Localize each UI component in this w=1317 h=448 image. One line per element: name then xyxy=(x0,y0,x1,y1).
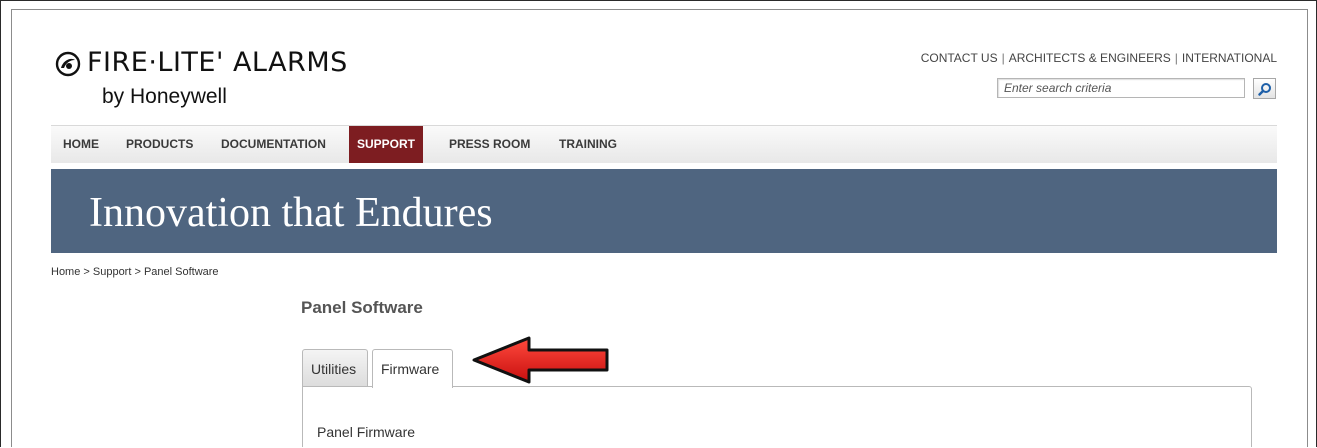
contact-us-link[interactable]: CONTACT US xyxy=(921,51,998,65)
search-input[interactable] xyxy=(997,78,1245,98)
nav-item-documentation[interactable]: DOCUMENTATION xyxy=(221,126,326,163)
tab-utilities[interactable]: Utilities xyxy=(302,349,368,387)
separator: | xyxy=(1174,51,1178,65)
nav-item-products[interactable]: PRODUCTS xyxy=(126,126,193,163)
hero-banner: Innovation that Endures xyxy=(51,169,1277,253)
architects-engineers-link[interactable]: ARCHITECTS & ENGINEERS xyxy=(1009,51,1171,65)
brand-subtitle: by Honeywell xyxy=(102,85,227,108)
nav-item-training[interactable]: TRAINING xyxy=(559,126,617,163)
nav-item-support[interactable]: SUPPORT xyxy=(349,126,424,163)
search-button[interactable] xyxy=(1253,78,1276,99)
red-arrow-annotation xyxy=(472,336,609,384)
search-icon xyxy=(1257,82,1271,96)
international-link[interactable]: INTERNATIONAL xyxy=(1182,51,1277,65)
utility-links: CONTACT US | ARCHITECTS & ENGINEERS | INTERN… xyxy=(861,51,1277,65)
main-nav: HOME PRODUCTS DOCUMENTATION SUPPORT PRES… xyxy=(51,125,1277,163)
fire-lite-logo-icon xyxy=(55,51,81,77)
screenshot-frame: FIRE·LITE' ALARMS by Honeywell CONTACT U… xyxy=(0,0,1317,447)
banner-tagline: Innovation that Endures xyxy=(89,190,493,236)
separator: | xyxy=(1001,51,1005,65)
site-logo[interactable]: FIRE·LITE' ALARMS by Honeywell xyxy=(55,47,355,121)
tab-panel: Panel Firmware xyxy=(302,386,1252,447)
tab-firmware[interactable]: Firmware xyxy=(372,349,453,388)
page-title: Panel Software xyxy=(301,298,423,317)
nav-item-home[interactable]: HOME xyxy=(63,126,99,163)
panel-heading: Panel Firmware xyxy=(317,424,416,440)
breadcrumb[interactable]: Home > Support > Panel Software xyxy=(51,266,219,278)
nav-item-press-room[interactable]: PRESS ROOM xyxy=(449,126,530,163)
brand-name: FIRE·LITE' ALARMS xyxy=(87,47,348,78)
